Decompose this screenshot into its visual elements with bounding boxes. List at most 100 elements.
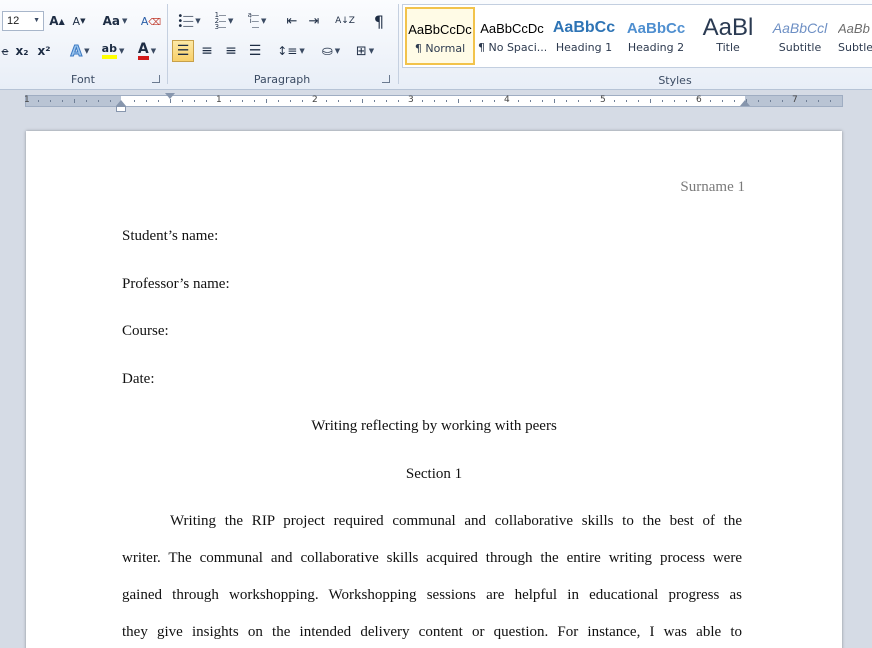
ruler-tick [386, 100, 387, 102]
shrink-font-button[interactable]: A ▼ [70, 10, 88, 32]
align-center-button[interactable]: ≡ [196, 40, 218, 62]
highlight-button[interactable]: ab ▼ [98, 40, 128, 62]
increase-indent-button[interactable]: ⇥ [304, 10, 324, 32]
pilcrow-icon: ¶ [373, 11, 385, 31]
ruler-tick [146, 100, 147, 102]
strikethrough-button[interactable]: e [0, 40, 10, 62]
borders-button[interactable]: ⊞ ▼ [350, 40, 380, 62]
paragraph-dialog-launcher-icon[interactable] [382, 75, 390, 83]
subscript-button[interactable]: x₂ [12, 40, 32, 62]
ruler-tick [470, 100, 471, 102]
style-no-spacing[interactable]: AaBbCcDc ¶ No Spaci... [477, 7, 547, 65]
superscript-button[interactable]: x² [34, 40, 54, 62]
style-sample: AaBbCcDc [480, 20, 544, 36]
ruler-number: 1 [24, 95, 30, 105]
style-title[interactable]: AaBl Title [693, 7, 763, 65]
bullets-button[interactable]: •― •― •― ▼ [174, 10, 204, 32]
paragraph-line: they give insights on the intended deliv… [122, 624, 742, 640]
document-title: Writing reflecting by working with peers [311, 418, 557, 434]
font-dialog-launcher-icon[interactable] [152, 75, 160, 83]
ruler-tick [158, 100, 159, 102]
font-size-field[interactable]: 12 ▼ [2, 11, 44, 31]
text-effects-icon: A [70, 42, 83, 61]
ruler-tick [422, 100, 423, 102]
show-formatting-button[interactable]: ¶ [368, 10, 390, 32]
chevron-down-icon: ▼ [33, 17, 40, 24]
ruler-tick [554, 99, 555, 103]
ruler-tick [590, 100, 591, 102]
grow-font-icon: A [49, 14, 59, 28]
style-normal[interactable]: AaBbCcDc ¶ Normal [405, 7, 475, 65]
ruler-tick [350, 100, 351, 102]
shrink-font-icon: A [72, 14, 81, 28]
multilevel-list-button[interactable]: a― i― ― ▼ [242, 10, 272, 32]
ruler-tick [710, 100, 711, 102]
ruler-tick [110, 100, 111, 102]
style-heading-1[interactable]: AaBbCc Heading 1 [549, 7, 619, 65]
style-name: Subtle [838, 41, 872, 54]
ruler-tick [38, 100, 39, 102]
font-color-button[interactable]: A ▼ [132, 40, 162, 62]
paragraph-line: Writing the RIP project required communa… [170, 513, 742, 529]
borders-icon: ⊞ [355, 43, 367, 59]
ruler-tick [518, 100, 519, 102]
ruler-tick [50, 100, 51, 102]
style-subtitle[interactable]: AaBbCcl Subtitle [765, 7, 835, 65]
highlight-icon: ab [101, 43, 117, 59]
styles-group-label: Styles [658, 74, 692, 87]
ruler-tick [338, 100, 339, 102]
font-group-label: Font [71, 73, 95, 86]
justify-button[interactable]: ☰ [244, 40, 266, 62]
grow-font-button[interactable]: A ▲ [48, 10, 66, 32]
ruler-tick [362, 99, 363, 103]
professor-name-line: Professor’s name: [122, 276, 230, 292]
horizontal-ruler[interactable]: 1 1 2 3 4 5 6 7 [24, 95, 843, 107]
style-heading-2[interactable]: AaBbCc Heading 2 [621, 7, 691, 65]
ruler-tick [758, 100, 759, 102]
first-line-indent-marker[interactable] [165, 93, 175, 99]
multilevel-list-icon: a― i― ― [247, 11, 260, 31]
line-spacing-button[interactable]: ↕≡ ▼ [276, 40, 306, 62]
ruler-tick [242, 100, 243, 102]
bullets-icon: •― •― •― [177, 10, 194, 32]
superscript-icon: x² [37, 44, 51, 58]
style-sample: AaBbCc [626, 19, 686, 37]
shading-button[interactable]: ⛀ ▼ [316, 40, 346, 62]
ruler-tick [818, 100, 819, 102]
align-center-icon: ≡ [201, 43, 213, 59]
document-page[interactable]: Surname 1 Student’s name: Professor’s na… [26, 131, 842, 648]
sort-icon: A↓Z [335, 16, 355, 26]
text-effects-button[interactable]: A ▼ [66, 40, 94, 62]
paragraph-line: gained through workshopping. Workshoppin… [122, 587, 742, 603]
style-subtle[interactable]: AaBb Subtle [837, 7, 872, 65]
ruler-tick [326, 100, 327, 102]
paint-bucket-icon: ⛀ [321, 43, 333, 59]
body-paragraph: Writing the RIP project required communa… [122, 503, 742, 648]
decrease-indent-button[interactable]: ⇤ [282, 10, 302, 32]
left-indent-marker[interactable] [116, 106, 126, 112]
style-sample: AaBb [838, 20, 870, 36]
ruler-tick [86, 100, 87, 102]
sort-button[interactable]: A↓Z [334, 10, 356, 32]
change-case-button[interactable]: Aa ▼ [100, 10, 130, 32]
ruler-tick [278, 100, 279, 102]
align-left-icon: ☰ [176, 43, 190, 59]
ruler-tick [638, 100, 639, 102]
clear-formatting-icon: A⌫ [140, 14, 162, 28]
clear-formatting-button[interactable]: A⌫ [140, 10, 162, 32]
align-right-button[interactable]: ≡ [220, 40, 242, 62]
right-indent-marker[interactable] [740, 100, 750, 106]
numbering-button[interactable]: 1― 2― 3― ▼ [208, 10, 240, 32]
ruler-tick [134, 100, 135, 102]
align-right-icon: ≡ [225, 43, 237, 59]
student-name-line: Student’s name: [122, 228, 219, 244]
ruler-tick [302, 100, 303, 102]
change-case-icon: Aa [102, 14, 120, 28]
style-name: ¶ Normal [414, 42, 466, 55]
align-left-button[interactable]: ☰ [172, 40, 194, 62]
section-heading: Section 1 [405, 466, 463, 482]
ruler-number: 7 [792, 95, 798, 105]
ruler-number: 2 [312, 95, 318, 105]
style-name: ¶ No Spaci... [478, 41, 546, 54]
styles-gallery: AaBbCcDc ¶ Normal AaBbCcDc ¶ No Spaci...… [402, 4, 872, 68]
